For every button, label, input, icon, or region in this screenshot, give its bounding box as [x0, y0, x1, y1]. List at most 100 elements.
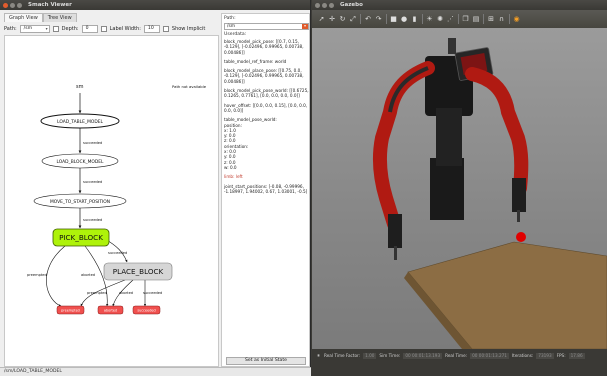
toolbar-separator [421, 14, 423, 24]
edge-pick-preempted [46, 245, 66, 307]
userdata-entry: block_model_place_pose: [[0.75, 0.0, -0.… [224, 68, 304, 84]
outcome-label: succeeded [137, 309, 155, 313]
state-label: MOVE_TO_START_POSITION [50, 199, 110, 205]
view-tabs: Graph View Tree View [4, 13, 77, 22]
graph-toolbar: Path: /sm ▾ Depth: 0 Label Width: 10 Show… [4, 24, 218, 33]
pause-icon[interactable]: ⏸ [316, 353, 321, 359]
state-graph: succeeded succeeded succeeded succeeded … [27, 84, 207, 315]
smach-titlebar: Smach Viewer [0, 0, 310, 10]
gazebo-toolbar: ➚ ✛ ↻ ⤢ ↶ ↷ ■ ● ▮ ☀ ✺ ⋰ ❐ ▤ ⊞ ∩ ◉ [312, 10, 607, 28]
show-implicit-checkbox[interactable] [162, 25, 169, 32]
edge-label: succeeded [143, 291, 162, 295]
minimize-icon[interactable] [10, 2, 15, 8]
scale-icon[interactable]: ⤢ [350, 15, 357, 23]
label-width-label: Label Width: [109, 25, 141, 32]
smach-viewer-window: Smach Viewer Graph View Tree View Path: … [0, 0, 311, 376]
graph-canvas[interactable]: succeeded succeeded succeeded succeeded … [4, 35, 219, 367]
move-icon[interactable]: ✛ [329, 15, 336, 23]
close-icon[interactable] [3, 2, 8, 8]
red-block[interactable] [516, 232, 526, 242]
sim-time-label: Sim Time: [379, 353, 401, 358]
maximize-icon[interactable] [329, 2, 334, 8]
state-label: LOAD_TABLE_MODEL [57, 119, 103, 125]
gazebo-window: Gazebo ➚ ✛ ↻ ⤢ ↶ ↷ ■ ● ▮ ☀ ✺ ⋰ ❐ ▤ ⊞ ∩ ◉ [312, 0, 607, 376]
robot-pedestal [430, 158, 464, 220]
userdata-entry: joint_start_positions: [-0.08, -0.99996,… [224, 183, 308, 194]
chevron-down-icon: ▾ [302, 24, 308, 29]
spot-light-icon[interactable]: ⋰ [447, 15, 454, 23]
path-select-value: /sm [23, 25, 33, 31]
point-light-icon[interactable]: ✺ [437, 15, 444, 23]
cylinder-icon[interactable]: ▮ [411, 15, 418, 23]
arrow-select-icon[interactable]: ➚ [318, 15, 325, 23]
chevron-down-icon: ▾ [45, 25, 48, 31]
label-width-checkbox[interactable] [100, 25, 107, 32]
path-not-available-text: Path not available [172, 84, 207, 89]
edge-label: succeeded [83, 180, 102, 184]
depth-spinbox[interactable]: 0 [81, 24, 98, 33]
robot-waist [436, 108, 462, 166]
robot-left-finger [394, 246, 397, 260]
align-icon[interactable]: ⊞ [488, 15, 495, 23]
sun-icon[interactable]: ☀ [426, 15, 433, 23]
maximize-icon[interactable] [17, 2, 22, 8]
edge-label: succeeded [83, 141, 102, 145]
gazebo-title: Gazebo [340, 2, 363, 8]
edge-label: preempted [27, 273, 47, 277]
toolbar-separator [508, 14, 510, 24]
edge-label: aborted [81, 273, 95, 277]
real-time-factor-value: 1.00 [363, 352, 377, 359]
tab-tree-view[interactable]: Tree View [42, 13, 77, 22]
path-label: Path: [4, 25, 17, 32]
state-label: PLACE_BLOCK [113, 267, 164, 276]
depth-value: 0 [85, 25, 89, 31]
robot-right-finger [517, 210, 520, 222]
userdata-entry: table_model_ref_frame: world [224, 58, 287, 64]
snap-icon[interactable]: ∩ [498, 15, 505, 23]
userdata-list: block_model_pick_pose: [[0.7, 0.15, -0.1… [224, 39, 309, 198]
box-icon[interactable]: ■ [390, 15, 397, 23]
userdata-label: Userdata: [224, 32, 247, 37]
iterations-label: Iterations: [511, 353, 534, 358]
undo-icon[interactable]: ↶ [365, 15, 372, 23]
label-width-spinbox[interactable]: 10 [143, 24, 160, 33]
gazebo-3d-viewport[interactable] [312, 28, 607, 349]
userdata-entry: block_model_pick_pose: [[0.7, 0.15, -0.1… [224, 39, 304, 55]
userdata-entry: limb: left [224, 174, 243, 180]
state-label: LOAD_BLOCK_MODEL [57, 159, 105, 165]
userdata-entry: block_model_pick_pose_world: [[0.6725, 0… [224, 88, 309, 99]
paste-icon[interactable]: ▤ [473, 15, 480, 23]
sphere-icon[interactable]: ● [401, 15, 408, 23]
robot-head-sonar [448, 38, 456, 54]
gazebo-titlebar: Gazebo [312, 0, 607, 10]
show-implicit-label: Show Implicit [171, 25, 206, 32]
outcome-label: preempted [61, 309, 80, 313]
edge-label: succeeded [83, 218, 102, 222]
depth-checkbox[interactable] [52, 25, 59, 32]
userdata-entry: table_model_pose_world: position: x: 1.0… [224, 117, 277, 170]
set-initial-state-button[interactable]: Set as Initial State [226, 357, 306, 365]
path-select[interactable]: /sm ▾ [19, 24, 50, 33]
graph-root-label: sm [76, 84, 84, 90]
iterations-value: 73193 [536, 352, 554, 359]
state-label: PICK_BLOCK [59, 233, 103, 242]
minimize-icon[interactable] [322, 2, 327, 8]
gazebo-statusbar: ⏸ Real Time Factor: 1.00 Sim Time: 00 00… [312, 349, 607, 376]
edge-label: aborted [119, 291, 133, 295]
camera-icon[interactable]: ◉ [513, 15, 520, 23]
real-time-label: Real Time: [445, 353, 468, 358]
close-icon[interactable] [315, 2, 320, 8]
robot-left-gripper [388, 214, 402, 248]
sim-time-value: 00 00:01:13.193 [403, 352, 443, 359]
copy-icon[interactable]: ❐ [462, 15, 469, 23]
smach-statusbar: /sm/LOAD_TABLE_MODEL [0, 367, 311, 376]
pane-path-label: Path: [224, 16, 236, 21]
tab-graph-view[interactable]: Graph View [4, 13, 43, 22]
redo-icon[interactable]: ↷ [375, 15, 382, 23]
pane-path-combo[interactable]: /sm ▾ [224, 23, 309, 30]
baxter-scene [372, 38, 607, 349]
depth-label: Depth: [61, 25, 79, 32]
edge-label: preempted [87, 291, 107, 295]
window-title: Smach Viewer [28, 2, 72, 8]
rotate-icon[interactable]: ↻ [339, 15, 346, 23]
